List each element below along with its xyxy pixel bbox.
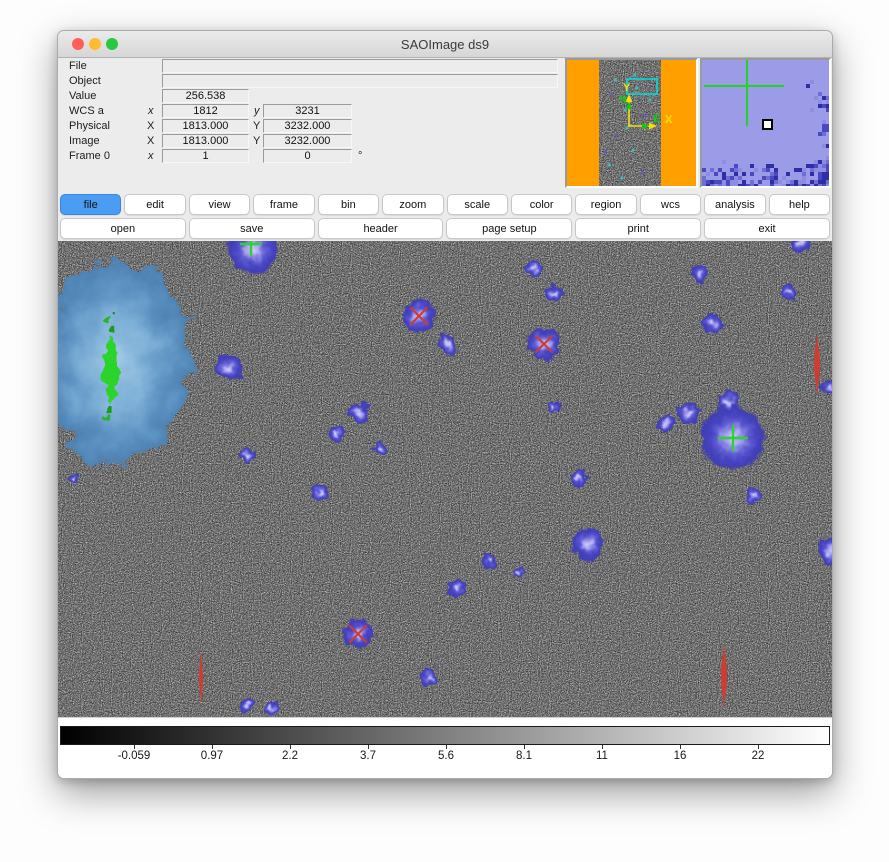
menu-row-2: open save header page setup print exit xyxy=(58,217,832,241)
image-display[interactable] xyxy=(58,241,833,717)
object-label: Object xyxy=(69,75,101,87)
panner-canvas: Y N E X xyxy=(567,60,696,186)
object-field[interactable] xyxy=(162,74,558,88)
value-field[interactable] xyxy=(162,89,249,103)
magnifier-canvas xyxy=(702,60,829,186)
menu-bin[interactable]: bin xyxy=(318,194,379,215)
image-y-label: Y xyxy=(253,135,260,147)
compass-x-label: X xyxy=(665,114,673,126)
image-label: Image xyxy=(69,135,100,147)
file-print-button[interactable]: print xyxy=(575,218,701,239)
frame-x-label: x xyxy=(148,150,154,162)
file-open-button[interactable]: open xyxy=(60,218,186,239)
menu-analysis[interactable]: analysis xyxy=(704,194,765,215)
compass-e-label: E xyxy=(653,113,660,125)
panner[interactable]: Y N E X xyxy=(565,58,698,188)
wcs-x-field[interactable] xyxy=(162,104,249,118)
menu-help[interactable]: help xyxy=(769,194,830,215)
value-label: Value xyxy=(69,90,96,102)
menu-color[interactable]: color xyxy=(511,194,572,215)
image-x-label: X xyxy=(147,135,154,147)
file-save-button[interactable]: save xyxy=(189,218,315,239)
file-page-setup-button[interactable]: page setup xyxy=(446,218,572,239)
ds9-window: SAOImage ds9 File Object Value WCS a x y… xyxy=(57,30,833,779)
compass-n-label: N xyxy=(619,94,627,106)
compass-y-label: Y xyxy=(623,82,631,94)
frame-rotate-field[interactable] xyxy=(263,149,352,163)
pixel-cursor xyxy=(763,120,772,129)
physical-label: Physical xyxy=(69,120,110,132)
title-bar[interactable]: SAOImage ds9 xyxy=(58,31,832,58)
frame-zoom-field[interactable] xyxy=(162,149,249,163)
menu-view[interactable]: view xyxy=(189,194,250,215)
physical-y-label: Y xyxy=(253,120,260,132)
image-x-field[interactable] xyxy=(162,134,249,148)
starfield-canvas xyxy=(58,241,833,717)
wcs-y-label: y xyxy=(254,105,260,117)
file-header-button[interactable]: header xyxy=(318,218,444,239)
menu-wcs[interactable]: wcs xyxy=(640,194,701,215)
physical-y-field[interactable] xyxy=(263,119,352,133)
menu-row-1: file edit view frame bin zoom scale colo… xyxy=(58,193,832,217)
menu-zoom[interactable]: zoom xyxy=(382,194,443,215)
wcs-x-label: x xyxy=(148,105,154,117)
file-exit-button[interactable]: exit xyxy=(704,218,830,239)
menu-frame[interactable]: frame xyxy=(253,194,314,215)
frame-label: Frame 0 xyxy=(69,150,110,162)
menu-region[interactable]: region xyxy=(575,194,636,215)
colorbar-panel: -0.059 0.97 2.2 3.7 5.6 8.1 11 16 22 xyxy=(58,717,833,779)
wcs-y-field[interactable] xyxy=(263,104,352,118)
physical-x-label: X xyxy=(147,120,154,132)
file-label: File xyxy=(69,60,87,72)
colorbar-gradient[interactable] xyxy=(60,726,830,745)
physical-x-field[interactable] xyxy=(162,119,249,133)
file-field[interactable] xyxy=(162,59,558,73)
image-y-field[interactable] xyxy=(263,134,352,148)
magnifier[interactable] xyxy=(700,58,831,188)
menu-edit[interactable]: edit xyxy=(124,194,185,215)
menu-file[interactable]: file xyxy=(60,194,121,215)
wcs-label: WCS a xyxy=(69,105,104,117)
menu-scale[interactable]: scale xyxy=(447,194,508,215)
window-title: SAOImage ds9 xyxy=(58,37,832,52)
degree-suffix: ° xyxy=(358,150,362,162)
